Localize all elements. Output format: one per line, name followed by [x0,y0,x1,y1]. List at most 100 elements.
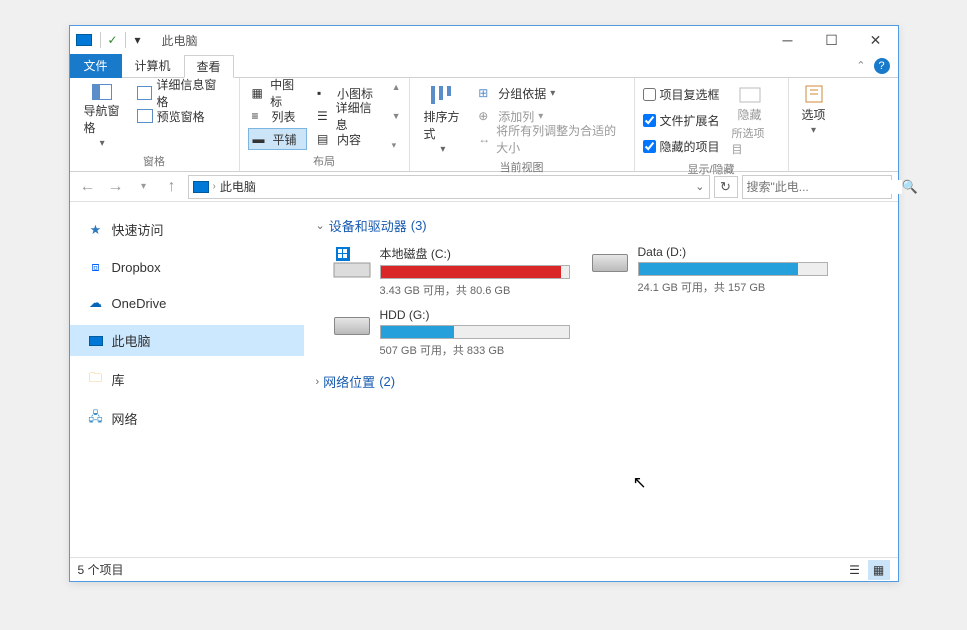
ribbon-group-show-hide: 项目复选框 文件扩展名 隐藏的项目 隐藏 所选项目 显示/隐藏 [635,78,789,171]
details-view-button[interactable]: ☰ [844,560,866,580]
layout-scroll-up-icon[interactable]: ▲ [392,82,401,92]
minimize-button[interactable]: ─ [766,26,810,54]
sidebar-item-dropbox[interactable]: ⧈ Dropbox [70,253,304,281]
options-button[interactable]: 选项 ▾ [796,82,832,155]
computer-icon [193,181,209,193]
ribbon-tabs: 文件 计算机 查看 ⌃ ? [70,54,898,78]
section-count: (3) [411,218,427,233]
layout-list-button[interactable]: ≡列表 [248,105,307,127]
layout-scroll-down-icon[interactable]: ▼ [392,111,401,121]
search-icon[interactable]: 🔍 [902,179,918,195]
nav-pane-label: 导航窗格 [84,102,121,136]
libraries-icon: 🗀 [88,372,104,388]
up-button[interactable]: ↑ [160,175,184,199]
os-drive-icon [332,245,372,281]
fit-columns-button[interactable]: ↔将所有列调整为合适的大小 [474,128,625,150]
layout-expand-icon[interactable]: ▾ [392,140,401,151]
drive-info: HDD (G:) 507 GB 可用，共 833 GB [380,308,580,358]
sidebar-item-onedrive[interactable]: ☁ OneDrive [70,289,304,317]
group-panes-label: 窗格 [78,151,231,171]
detail-pane-button[interactable]: 详细信息窗格 [133,82,231,104]
ribbon-group-panes: 导航窗格 ▾ 详细信息窗格 预览窗格 窗格 [70,78,240,171]
sort-icon [429,84,457,106]
tab-view[interactable]: 查看 [184,55,234,78]
status-text: 5 个项目 [78,561,124,578]
sidebar-item-label: 快速访问 [112,220,164,239]
ribbon-group-options: 选项 ▾ [789,78,839,171]
drive-g[interactable]: HDD (G:) 507 GB 可用，共 833 GB [332,308,580,358]
forward-button[interactable]: → [104,175,128,199]
section-network-locations[interactable]: › 网络位置 (2) [316,368,886,395]
drive-c[interactable]: 本地磁盘 (C:) 3.43 GB 可用，共 80.6 GB [332,245,580,298]
drive-name: HDD (G:) [380,308,580,322]
quick-access-toolbar: ✓ ▾ [100,30,148,50]
quick-access-icon: ★ [88,222,104,238]
hide-selected-button[interactable]: 隐藏 所选项目 [726,82,774,159]
dropbox-icon: ⧈ [88,259,104,275]
search-box[interactable]: 🔍 [742,175,892,199]
window-controls: ─ ☐ ✕ [766,26,898,54]
section-devices-drives[interactable]: ⌄ 设备和驱动器 (3) [316,212,886,239]
sidebar-item-label: Dropbox [112,260,161,275]
nav-pane-button[interactable]: 导航窗格 ▾ [78,82,127,151]
drive-d[interactable]: Data (D:) 24.1 GB 可用，共 157 GB [590,245,838,298]
sidebar-item-quick-access[interactable]: ★ 快速访问 [70,214,304,245]
checkbox-file-extensions[interactable]: 文件扩展名 [643,111,720,130]
address-box[interactable]: › 此电脑 ⌄ [188,175,710,199]
checkbox-input[interactable] [643,114,656,127]
chevron-down-icon: ⌄ [316,219,325,232]
address-bar: ← → ▾ ↑ › 此电脑 ⌄ ↻ 🔍 [70,172,898,202]
tiles-icon: ▬ [253,132,269,146]
drive-info: 本地磁盘 (C:) 3.43 GB 可用，共 80.6 GB [380,245,580,298]
layout-tiles-button[interactable]: ▬平铺 [248,128,307,150]
content-icon: ▤ [317,132,333,146]
content-pane: ⌄ 设备和驱动器 (3) 本地磁盘 (C:) 3.43 GB 可用，共 80.6… [304,202,898,557]
address-dropdown-icon[interactable]: ⌄ [695,180,704,193]
onedrive-icon: ☁ [88,295,104,311]
explorer-window: ✓ ▾ 此电脑 ─ ☐ ✕ 文件 计算机 查看 ⌃ ? 导航窗格 [69,25,899,582]
help-icon[interactable]: ? [874,58,890,74]
qat-properties-icon[interactable]: ✓ [103,30,123,50]
checkbox-item-checkboxes[interactable]: 项目复选框 [643,85,720,104]
breadcrumb-separator-icon[interactable]: › [213,181,216,192]
preview-pane-button[interactable]: 预览窗格 [133,105,231,127]
layout-medium-button[interactable]: ▦中图标 [248,82,307,104]
drive-info: Data (D:) 24.1 GB 可用，共 157 GB [638,245,838,298]
qat-dropdown-icon[interactable]: ▾ [128,30,148,50]
group-by-button[interactable]: ⊞分组依据 ▾ [474,82,625,104]
drive-stats: 3.43 GB 可用，共 80.6 GB [380,282,580,298]
collapse-ribbon-icon[interactable]: ⌃ [856,59,865,72]
network-icon: 🖧 [88,411,104,427]
section-title: 网络位置 [323,372,375,391]
group-layout-label: 布局 [248,151,401,171]
sidebar-item-this-pc[interactable]: 此电脑 [70,325,304,356]
layout-content-button[interactable]: ▤内容 [313,128,384,150]
tab-computer[interactable]: 计算机 [122,54,184,77]
details-icon: ☰ [317,109,332,123]
titlebar-left: ✓ ▾ 此电脑 [70,30,198,50]
chevron-right-icon: › [316,376,320,388]
drive-name: 本地磁盘 (C:) [380,245,580,262]
qat-separator [125,32,126,48]
maximize-button[interactable]: ☐ [810,26,854,54]
sidebar-item-libraries[interactable]: 🗀 库 [70,364,304,395]
sort-button[interactable]: 排序方式 ▾ [418,82,469,157]
drive-usage-bar [380,265,570,279]
status-bar: 5 个项目 ☰ ▦ [70,557,898,581]
tab-file[interactable]: 文件 [70,54,122,78]
sidebar-item-network[interactable]: 🖧 网络 [70,403,304,434]
close-button[interactable]: ✕ [854,26,898,54]
checkbox-hidden-items[interactable]: 隐藏的项目 [643,137,720,156]
address-path[interactable]: 此电脑 [220,178,256,195]
refresh-button[interactable]: ↻ [714,176,738,198]
tiles-view-button[interactable]: ▦ [868,560,890,580]
layout-details-button[interactable]: ☰详细信息 [313,105,384,127]
add-columns-icon: ⊕ [478,109,494,123]
section-title: 设备和驱动器 [329,216,407,235]
tab-help-area: ⌃ ? [856,58,897,74]
checkbox-input[interactable] [643,88,656,101]
back-button[interactable]: ← [76,175,100,199]
recent-locations-button[interactable]: ▾ [132,175,156,199]
search-input[interactable] [747,180,902,194]
checkbox-input[interactable] [643,140,656,153]
